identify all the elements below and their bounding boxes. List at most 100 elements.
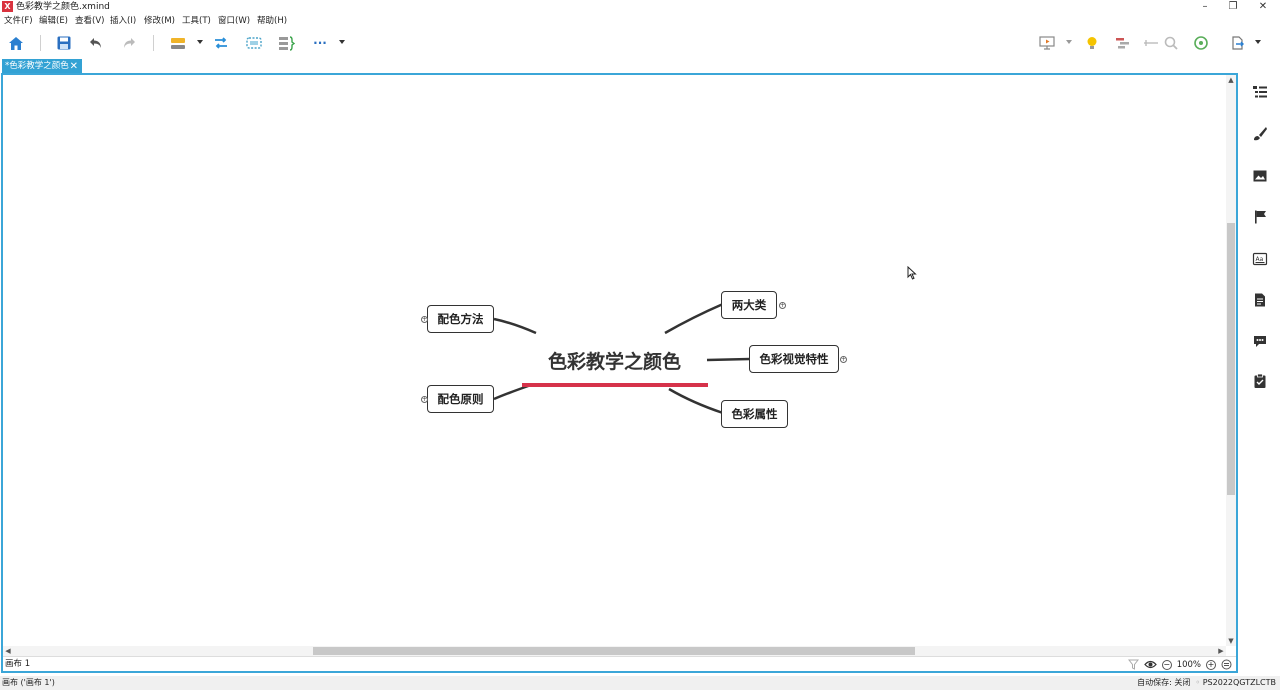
home-icon xyxy=(9,37,23,50)
scroll-right-arrow-icon[interactable]: ▶ xyxy=(1216,646,1226,656)
topic-liang-da-lei[interactable]: 两大类 xyxy=(721,291,777,319)
toolbar-separator xyxy=(153,35,154,51)
mouse-cursor-icon xyxy=(907,266,917,280)
mindmap-canvas[interactable]: 色彩教学之颜色 配色方法 + 配色原则 + 两大类 + 色彩视觉特性 + 色彩属… xyxy=(3,75,1226,646)
status-sheet-info: 画布 ('画布 1') xyxy=(2,678,55,687)
undo-button[interactable] xyxy=(85,33,107,53)
save-icon xyxy=(57,36,71,50)
connector-right-3 xyxy=(668,387,724,415)
autosave-status[interactable]: 自动保存: 关闭 xyxy=(1137,678,1190,687)
connector-left-bottom xyxy=(493,383,532,401)
notes-panel-button[interactable] xyxy=(1250,290,1270,310)
vertical-scrollbar[interactable]: ▲ ▼ xyxy=(1226,75,1236,646)
menu-tools[interactable]: 工具(T) xyxy=(182,15,211,27)
maximize-button[interactable]: ❐ xyxy=(1218,0,1248,14)
menu-help[interactable]: 帮助(H) xyxy=(257,15,287,27)
horizontal-scroll-thumb[interactable] xyxy=(313,647,915,655)
export-icon xyxy=(1232,36,1244,50)
relationship-button[interactable] xyxy=(210,33,232,53)
topic-dropdown-caret[interactable] xyxy=(197,40,203,44)
outline-list-icon xyxy=(1253,86,1267,98)
menu-modify[interactable]: 修改(M) xyxy=(144,15,175,27)
topic-secai-shuxing[interactable]: 色彩属性 xyxy=(721,400,788,428)
export-button[interactable] xyxy=(1226,33,1248,53)
gantt-icon xyxy=(1116,38,1129,49)
mindmap-editor: 色彩教学之颜色 配色方法 + 配色原则 + 两大类 + 色彩视觉特性 + 色彩属… xyxy=(1,73,1238,673)
comments-panel-button[interactable] xyxy=(1250,331,1270,351)
scroll-down-arrow-icon[interactable]: ▼ xyxy=(1226,636,1236,646)
topic-peise-yuanze[interactable]: 配色原则 xyxy=(427,385,494,413)
horizontal-scrollbar[interactable]: ◀ ▶ xyxy=(3,646,1226,656)
topic-icon xyxy=(171,38,185,49)
brainstorm-button[interactable] xyxy=(1081,33,1103,53)
account-name[interactable]: PS2022QGTZLCTB xyxy=(1203,678,1276,687)
status-bar: 画布 ('画布 1') 自动保存: 关闭 ◦ PS2022QGTZLCTB xyxy=(0,676,1280,690)
outline-icon xyxy=(1144,40,1158,46)
status-right-group: 自动保存: 关闭 ◦ PS2022QGTZLCTB xyxy=(1137,677,1276,689)
zoom-level[interactable]: 100% xyxy=(1177,660,1201,670)
central-topic[interactable]: 色彩教学之颜色 xyxy=(548,347,681,374)
menu-edit[interactable]: 编辑(E) xyxy=(39,15,68,27)
markers-panel-button[interactable] xyxy=(1250,207,1270,227)
share-icon xyxy=(1194,36,1208,50)
menu-insert[interactable]: 插入(I) xyxy=(110,15,136,27)
right-side-panel: Aa xyxy=(1240,74,1280,674)
share-button[interactable] xyxy=(1190,33,1212,53)
connector-right-2 xyxy=(706,357,751,362)
format-panel-button[interactable] xyxy=(1250,124,1270,144)
more-dropdown-caret[interactable] xyxy=(339,40,345,44)
minimize-button[interactable]: – xyxy=(1190,0,1220,14)
vertical-scroll-thumb[interactable] xyxy=(1227,223,1235,495)
summary-button[interactable] xyxy=(275,33,297,53)
outline-panel-button[interactable] xyxy=(1250,82,1270,102)
toolbar-separator xyxy=(40,35,41,51)
search-button[interactable] xyxy=(1160,33,1182,53)
boundary-icon xyxy=(246,37,262,49)
sheet-tab[interactable]: 画布 1 xyxy=(5,658,30,671)
text-style-panel-button[interactable]: Aa xyxy=(1250,249,1270,269)
close-window-button[interactable]: ✕ xyxy=(1248,0,1278,14)
flag-icon xyxy=(1255,210,1266,224)
close-tab-icon[interactable]: ✕ xyxy=(70,59,78,74)
topic-peise-fangfa[interactable]: 配色方法 xyxy=(427,305,494,333)
menu-window[interactable]: 窗口(W) xyxy=(218,15,250,27)
image-panel-button[interactable] xyxy=(1250,166,1270,186)
more-button[interactable]: ··· xyxy=(309,33,331,53)
document-tab-label: *色彩教学之颜色 xyxy=(5,61,69,71)
search-icon xyxy=(1164,36,1178,50)
zoom-in-button[interactable]: + xyxy=(1206,659,1216,670)
save-button[interactable] xyxy=(53,33,75,53)
svg-text:Aa: Aa xyxy=(1256,256,1264,263)
insert-topic-button[interactable] xyxy=(167,33,189,53)
boundary-button[interactable] xyxy=(243,33,265,53)
filter-icon[interactable] xyxy=(1127,659,1139,670)
task-panel-button[interactable] xyxy=(1250,371,1270,391)
image-icon xyxy=(1253,170,1267,182)
zoom-controls: − 100% + xyxy=(1127,658,1232,671)
home-button[interactable] xyxy=(5,33,27,53)
menu-file[interactable]: 文件(F) xyxy=(4,15,33,27)
document-tab[interactable]: *色彩教学之颜色 ✕ xyxy=(2,59,82,74)
redo-button[interactable] xyxy=(118,33,140,53)
connector-left-top xyxy=(493,317,537,335)
topic-secai-shijue-texing[interactable]: 色彩视觉特性 xyxy=(749,345,839,373)
sheet-bar: 画布 1 − 100% + xyxy=(3,656,1236,671)
presentation-button[interactable] xyxy=(1036,33,1058,53)
expand-topic-icon[interactable]: + xyxy=(779,302,786,309)
menu-view[interactable]: 查看(V) xyxy=(75,15,104,27)
outline-button[interactable] xyxy=(1140,33,1162,53)
fit-map-icon[interactable] xyxy=(1221,659,1232,670)
scroll-left-arrow-icon[interactable]: ◀ xyxy=(3,646,13,656)
expand-topic-icon[interactable]: + xyxy=(421,316,428,323)
gantt-button[interactable] xyxy=(1112,33,1134,53)
zoom-out-button[interactable]: − xyxy=(1161,659,1172,670)
expand-topic-icon[interactable]: + xyxy=(840,356,847,363)
presentation-dropdown-caret[interactable] xyxy=(1066,40,1072,44)
eye-icon[interactable] xyxy=(1143,659,1157,670)
document-icon xyxy=(1255,293,1265,307)
expand-topic-icon[interactable]: + xyxy=(421,396,428,403)
lightbulb-icon xyxy=(1087,37,1097,49)
scroll-up-arrow-icon[interactable]: ▲ xyxy=(1226,75,1236,85)
export-dropdown-caret[interactable] xyxy=(1255,40,1261,44)
relationship-icon xyxy=(215,37,227,49)
